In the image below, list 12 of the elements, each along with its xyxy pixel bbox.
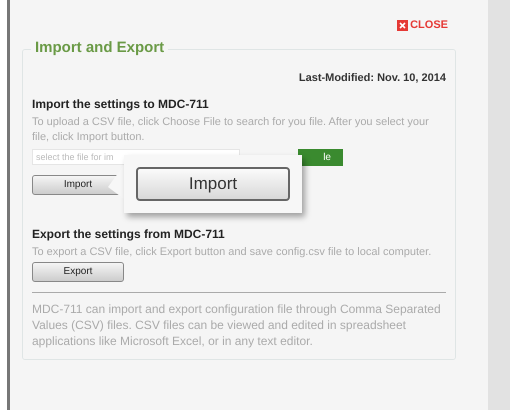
panel-title: Import and Export: [31, 38, 168, 58]
last-modified-text: Last-Modified: Nov. 10, 2014: [298, 71, 446, 86]
section-description: To export a CSV file, click Export button and save config.csv file to local computer.: [32, 244, 432, 260]
export-button[interactable]: Export: [32, 262, 124, 282]
close-button[interactable]: CLOSE: [397, 20, 448, 31]
choose-file-button[interactable]: le: [298, 148, 343, 166]
section-heading: Import the settings to MDC-711: [32, 96, 210, 112]
section-heading: Export the settings from MDC-711: [32, 226, 226, 242]
import-button[interactable]: Import: [136, 167, 290, 201]
section-description: To upload a CSV file, click Choose File to search for you file. After you select your file, click Import button.: [32, 114, 430, 144]
footer-note: MDC-711 can import and export configuration file through Comma Separated Values (CSV) files. CSV files can be viewed and edited in spreadsheet applications like Microsoft Excel, or in any text editor.: [32, 300, 442, 348]
close-icon: [397, 20, 408, 31]
